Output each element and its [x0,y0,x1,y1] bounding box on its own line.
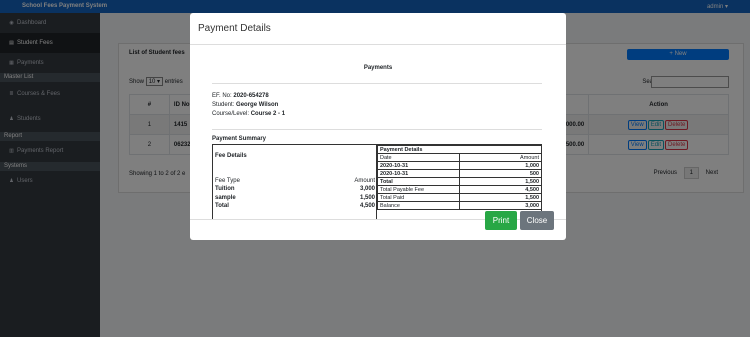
amount-header: Amount [459,153,542,162]
course-label: Course/Level: [212,111,250,117]
balance-value: 3,000 [459,201,542,210]
payment-date: 2020-10-31 [377,169,460,178]
fee-details-box: Fee Details Fee Type Amount Tuition 3,00… [212,144,377,219]
student-line: Student: George Wilson [212,102,278,108]
course-line: Course/Level: Course 2 - 1 [212,111,285,117]
payment-amount: 500 [459,169,542,178]
date-header: Date [377,153,460,162]
total-paid-label: Total Paid [377,193,460,202]
print-button[interactable]: Print [485,211,517,230]
total-payable-row: Total Payable Fee 4,500 [377,185,542,194]
payments-heading: Payments [363,65,393,71]
ef-no-line: EF. No: 2020-654278 [212,93,269,99]
modal-body[interactable]: Payments EF. No: 2020-654278 Student: Ge… [190,45,566,219]
payment-row: 2020-10-31 1,000 [377,161,542,170]
divider [212,129,542,130]
total-payable-value: 4,500 [459,185,542,194]
payment-details-box: Payment Details Date Amount 2020-10-31 1… [377,144,542,219]
payment-details-title: Payment Details [377,145,542,154]
payment-total-value: 1,500 [459,177,542,186]
payment-total-row: Total 1,500 [377,177,542,186]
ef-value: 2020-654278 [233,93,269,99]
fee-total-label: Total [215,203,229,209]
fee-amount: 1,500 [359,195,375,201]
fee-type-header: Fee Type [215,178,240,184]
balance-row: Balance 3,000 [377,201,542,210]
student-value: George Wilson [236,102,279,108]
divider [212,83,542,84]
balance-label: Balance [377,201,460,210]
payment-details-modal: Payment Details Payments EF. No: 2020-65… [190,13,566,240]
close-button[interactable]: Close [520,211,554,230]
fee-details-title: Fee Details [215,153,247,159]
payment-date: 2020-10-31 [377,161,460,170]
payment-summary-title: Payment Summary [212,136,267,142]
total-paid-value: 1,500 [459,193,542,202]
course-value: Course 2 - 1 [250,111,286,117]
fee-type: sample [215,195,236,201]
total-payable-label: Total Payable Fee [377,185,460,194]
fee-amount-header: Amount [354,178,375,184]
payment-total-label: Total [377,177,460,186]
fee-type: Tuition [215,186,235,192]
total-paid-row: Total Paid 1,500 [377,193,542,202]
payment-details-table: Payment Details Date Amount 2020-10-31 1… [377,145,542,210]
fee-amount: 3,000 [359,186,375,192]
modal-title: Payment Details [198,23,271,34]
payment-amount: 1,000 [459,161,542,170]
student-label: Student: [212,102,235,108]
fee-total-value: 4,500 [359,203,375,209]
ef-label: EF. No: [212,93,232,99]
payment-row: 2020-10-31 500 [377,169,542,178]
